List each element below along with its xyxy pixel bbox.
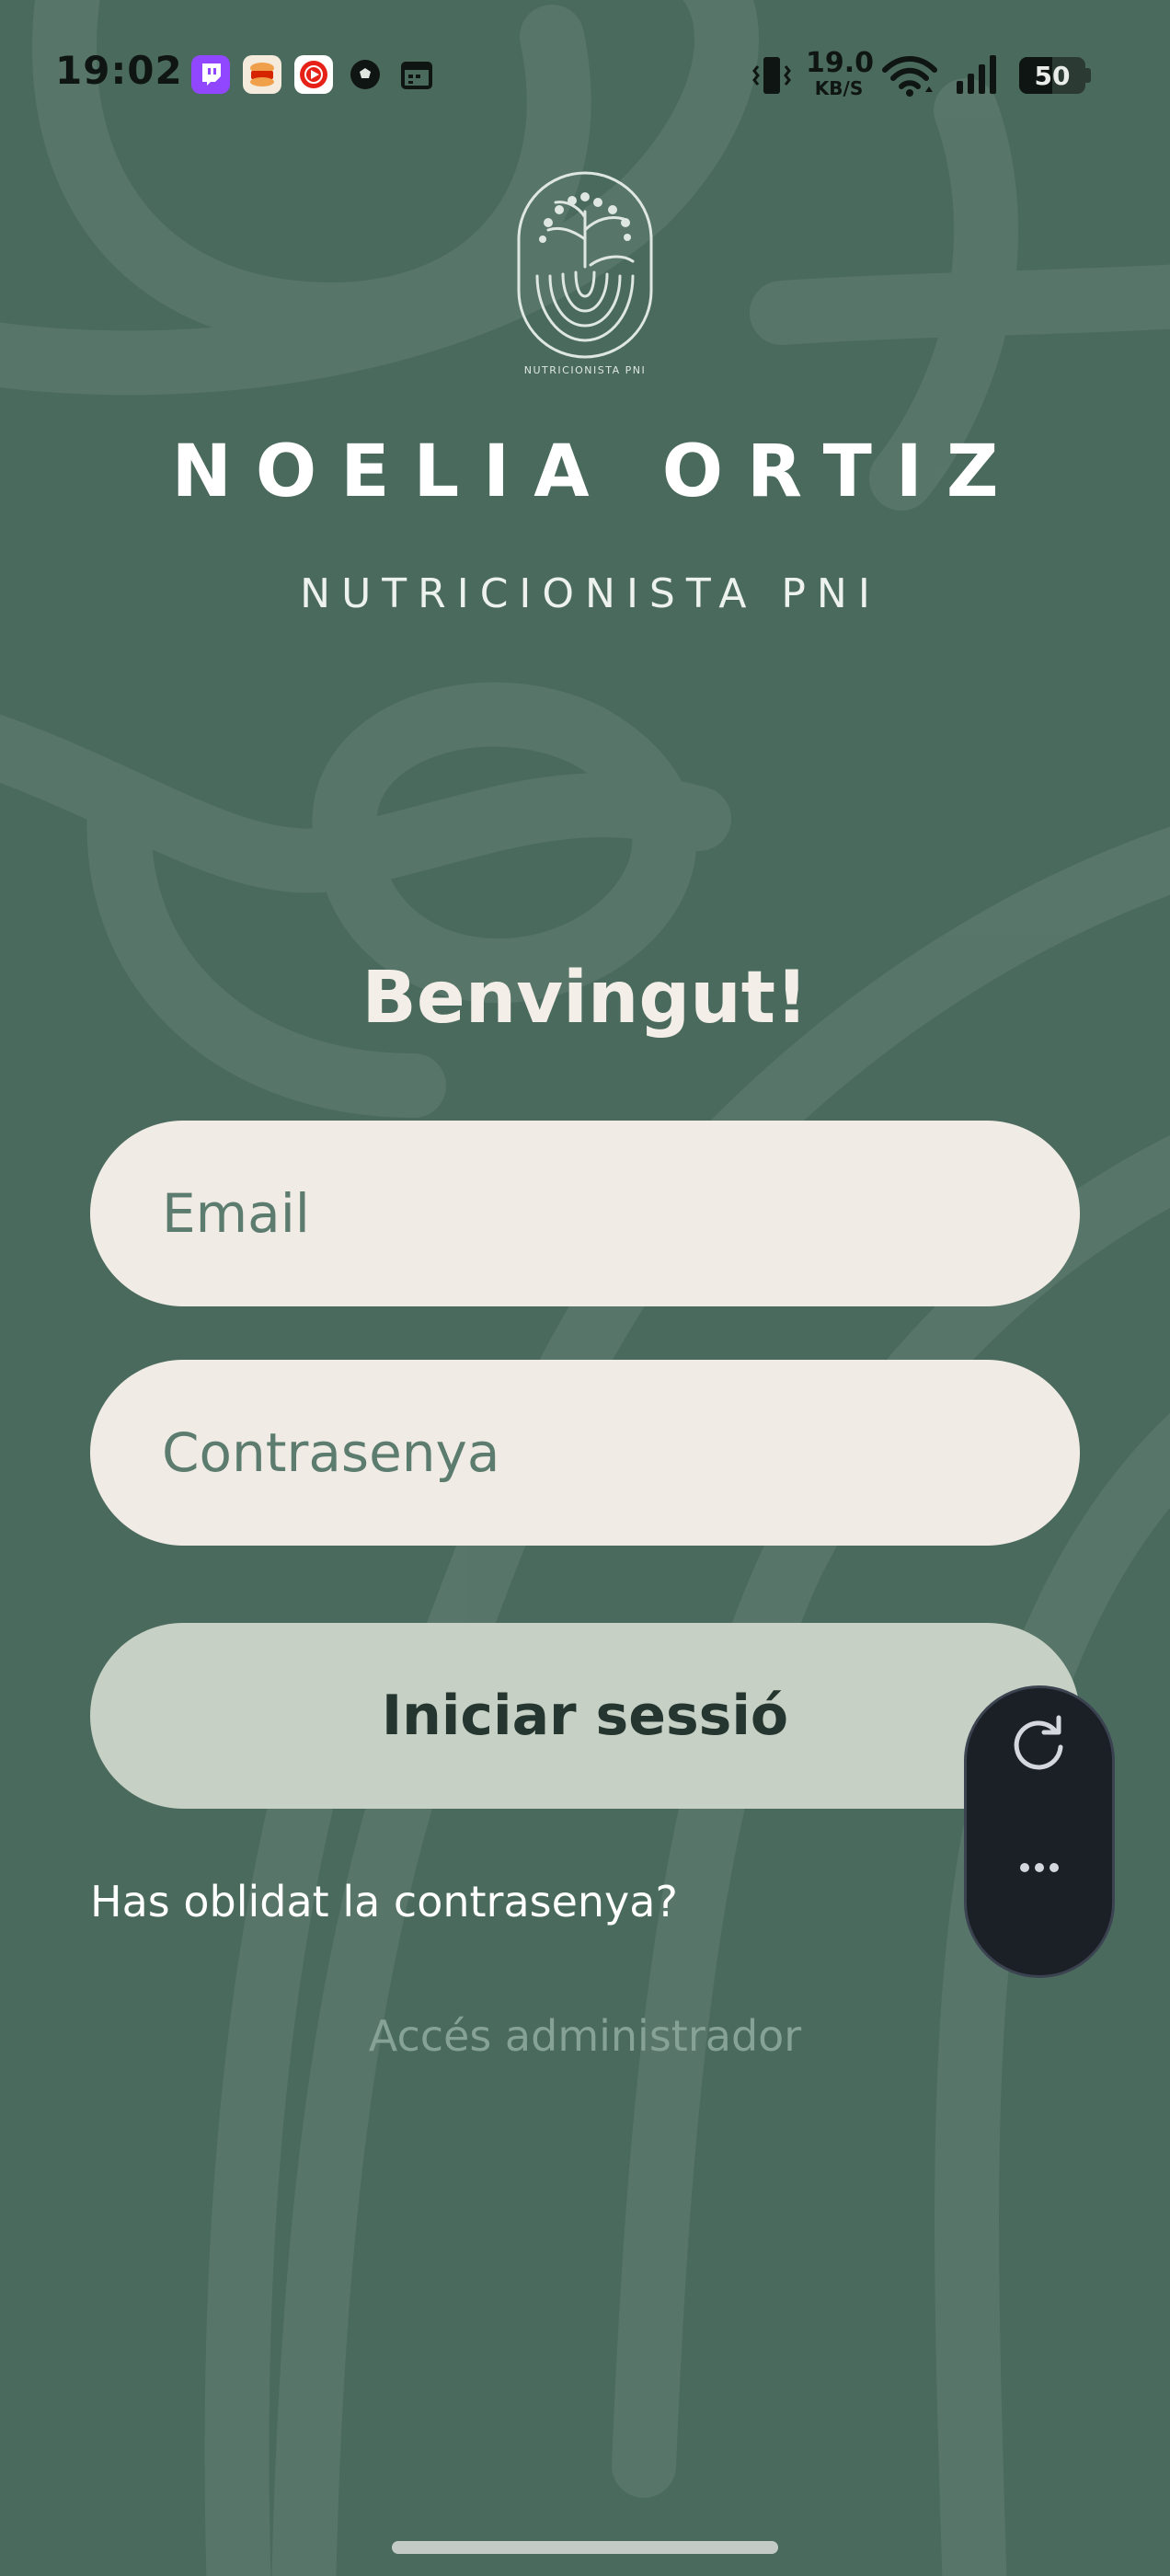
password-input[interactable] xyxy=(90,1360,1080,1546)
email-input[interactable] xyxy=(90,1121,1080,1306)
twitch-icon xyxy=(191,55,230,94)
burger-king-icon xyxy=(243,55,281,94)
network-speed-value: 19.0 xyxy=(806,47,875,79)
wifi-icon xyxy=(882,56,937,97)
admin-access-link[interactable]: Accés administrador xyxy=(0,2011,1170,2061)
soccer-ball-icon xyxy=(346,55,384,94)
fingerprint-tree-logo: NUTRICIONISTA PNI xyxy=(517,171,653,376)
welcome-heading: Benvingut! xyxy=(361,957,809,1040)
battery-level: 50 xyxy=(1034,61,1071,91)
brand-title: NOELIA ORTIZ xyxy=(171,431,1023,513)
battery-tip xyxy=(1085,68,1091,83)
calendar-icon xyxy=(397,55,436,94)
network-speed-unit: KB/S xyxy=(814,77,864,99)
floating-panel xyxy=(964,1685,1115,1978)
refresh-button[interactable] xyxy=(967,1710,1112,1830)
logo-text: NUTRICIONISTA PNI xyxy=(524,364,646,376)
vibrate-icon xyxy=(752,57,791,94)
network-speed: 19.0 KB/S xyxy=(806,47,875,99)
more-options-icon xyxy=(1020,1863,1059,1872)
refresh-icon xyxy=(1014,1715,1063,1770)
login-button[interactable]: Iniciar sessió xyxy=(90,1623,1080,1809)
youtube-music-icon xyxy=(294,55,333,94)
cellular-signal-icon xyxy=(957,55,996,94)
status-time: 19:02 xyxy=(55,48,183,93)
more-options-button[interactable] xyxy=(967,1835,1112,1955)
forgot-password-link[interactable]: Has oblidat la contrasenya? xyxy=(90,1877,678,1926)
battery-icon: 50 xyxy=(1019,57,1085,94)
status-bar: 19:02 19.0 KB/S 50 xyxy=(0,0,1170,151)
brand-subtitle: NUTRICIONISTA PNI xyxy=(300,570,881,617)
home-indicator[interactable] xyxy=(392,2541,778,2554)
